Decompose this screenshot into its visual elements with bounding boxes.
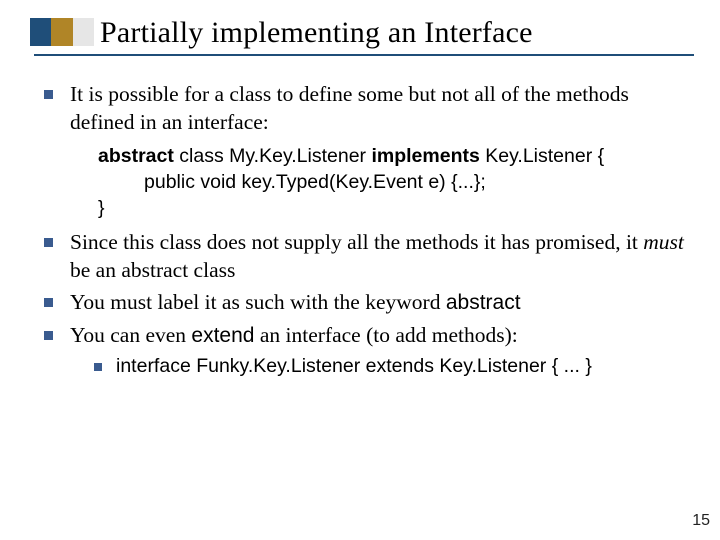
bullet-label-abstract: You must label it as such with the keywo… — [42, 288, 686, 317]
bullet-must-b: be an abstract class — [70, 258, 235, 282]
bullet-must-abstract: Since this class does not supply all the… — [42, 228, 686, 285]
bullet-extend-kw: extend — [191, 324, 254, 347]
kw-abstract: abstract — [98, 145, 174, 167]
body-list: It is possible for a class to define som… — [42, 80, 686, 380]
bullet-intro: It is possible for a class to define som… — [42, 80, 686, 222]
page-number: 15 — [692, 512, 710, 530]
bullet-extend-b: an interface (to add methods): — [254, 323, 517, 347]
bullet-must-word: must — [643, 230, 684, 254]
slide-title: Partially implementing an Interface — [100, 16, 686, 50]
code-tx2: Key.Listener { — [480, 145, 604, 167]
code-tx1: class My.Key.Listener — [174, 145, 372, 167]
sub-list: interface Funky.Key.Listener extends Key… — [94, 354, 686, 380]
bullet-must-a: Since this class does not supply all the… — [70, 230, 643, 254]
title-underline — [34, 54, 694, 56]
band-gold — [51, 18, 72, 46]
bullet-label-kw: abstract — [446, 291, 521, 314]
kw-implements: implements — [371, 145, 479, 167]
sub-bullet-funky: interface Funky.Key.Listener extends Key… — [94, 354, 686, 380]
slide: Partially implementing an Interface It i… — [0, 0, 720, 540]
bullet-label-a: You must label it as such with the keywo… — [70, 290, 446, 314]
bullet-intro-text: It is possible for a class to define som… — [70, 82, 629, 134]
sub-bullet-funky-text: interface Funky.Key.Listener extends Key… — [116, 355, 592, 377]
band-grey — [73, 18, 94, 46]
code-line-method: public void key.Typed(Key.Event e) {...}… — [98, 169, 686, 195]
band-navy — [30, 18, 51, 46]
bullet-extend-a: You can even — [70, 323, 191, 347]
title-color-band — [30, 18, 94, 46]
bullet-extend: You can even extend an interface (to add… — [42, 321, 686, 379]
code-line-close: } — [98, 197, 105, 219]
code-block: abstract class My.Key.Listener implement… — [98, 143, 686, 222]
